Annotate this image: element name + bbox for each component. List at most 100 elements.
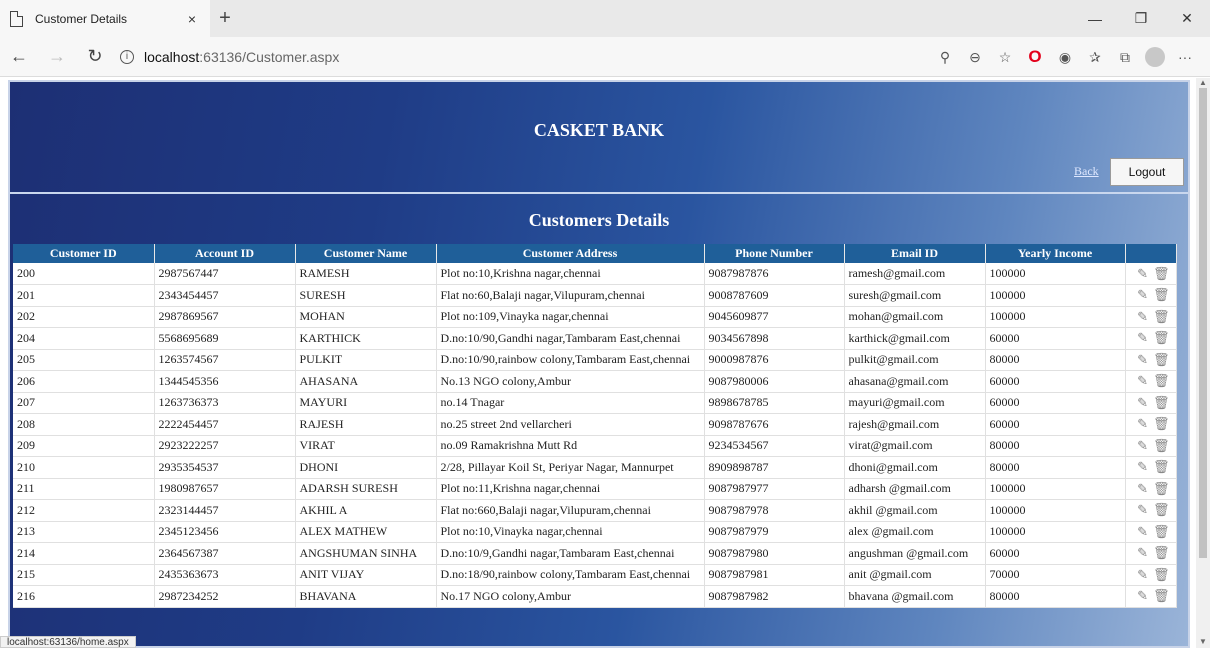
info-icon[interactable]: i bbox=[120, 49, 134, 64]
scroll-thumb[interactable] bbox=[1199, 88, 1207, 558]
favorite-star-icon[interactable]: ☆ bbox=[990, 49, 1020, 66]
column-header: Customer Address bbox=[436, 244, 705, 263]
table-cell: 213 bbox=[13, 521, 155, 543]
edit-pencil-icon[interactable]: ✎ bbox=[1137, 287, 1148, 303]
table-row: 201 2343454457 SURESH Flat no:60,Balaji nag… bbox=[13, 284, 1177, 307]
table-header-row: Customer ID Account ID Customer Name Custom… bbox=[13, 244, 1177, 263]
table-cell: RAJESH bbox=[295, 413, 437, 436]
delete-trash-icon[interactable]: 🗑 bbox=[1153, 352, 1170, 368]
back-arrow-icon[interactable]: ← bbox=[0, 46, 38, 67]
divider bbox=[10, 192, 1188, 194]
table-cell: 100000 bbox=[985, 306, 1126, 328]
row-actions: ✎ 🗑 bbox=[1125, 263, 1177, 285]
forward-arrow-icon[interactable]: → bbox=[38, 46, 76, 67]
edit-pencil-icon[interactable]: ✎ bbox=[1137, 373, 1148, 389]
delete-trash-icon[interactable]: 🗑 bbox=[1153, 438, 1170, 454]
edit-pencil-icon[interactable]: ✎ bbox=[1137, 588, 1148, 604]
table-cell: 9087987982 bbox=[704, 585, 845, 608]
table-cell: alex @gmail.com bbox=[844, 521, 986, 543]
row-actions: ✎ 🗑 bbox=[1125, 284, 1177, 307]
url-path: :63136/Customer.aspx bbox=[199, 48, 340, 65]
row-actions: ✎ 🗑 bbox=[1125, 392, 1177, 414]
edit-pencil-icon[interactable]: ✎ bbox=[1137, 309, 1148, 325]
favorites-icon[interactable]: ✰ bbox=[1080, 49, 1110, 66]
table-cell: 1344545356 bbox=[154, 370, 296, 393]
edit-pencil-icon[interactable]: ✎ bbox=[1137, 416, 1148, 432]
collections-icon[interactable]: ⧉ bbox=[1110, 49, 1140, 66]
more-menu-icon[interactable]: ··· bbox=[1170, 49, 1200, 65]
column-header: Yearly Income bbox=[985, 244, 1126, 263]
table-row: 202 2987869567 MOHAN Plot no:109,Vinayka na… bbox=[13, 306, 1177, 328]
table-cell: VIRAT bbox=[295, 435, 437, 457]
delete-trash-icon[interactable]: 🗑 bbox=[1153, 416, 1170, 432]
edit-pencil-icon[interactable]: ✎ bbox=[1137, 502, 1148, 518]
delete-trash-icon[interactable]: 🗑 bbox=[1153, 309, 1170, 325]
table-cell: 210 bbox=[13, 456, 155, 479]
zoom-out-icon[interactable]: ⊖ bbox=[960, 49, 990, 66]
delete-trash-icon[interactable]: 🗑 bbox=[1153, 502, 1170, 518]
page-icon bbox=[10, 10, 23, 27]
url-host: localhost bbox=[144, 48, 200, 65]
edit-pencil-icon[interactable]: ✎ bbox=[1137, 459, 1148, 475]
row-actions: ✎ 🗑 bbox=[1125, 413, 1177, 436]
scroll-up-icon[interactable]: ▲ bbox=[1199, 78, 1207, 87]
table-cell: 9087987980 bbox=[704, 542, 845, 565]
table-cell: 214 bbox=[13, 542, 155, 565]
tab-close-button[interactable]: × bbox=[184, 11, 200, 27]
edit-pencil-icon[interactable]: ✎ bbox=[1137, 567, 1148, 583]
table-cell: 2987234252 bbox=[154, 585, 296, 608]
vertical-scrollbar[interactable]: ▲ ▼ bbox=[1196, 78, 1210, 648]
extension-icon[interactable]: ◉ bbox=[1050, 49, 1080, 66]
table-cell: Plot no:10,Krishna nagar,chennai bbox=[436, 263, 705, 285]
new-tab-button[interactable]: + bbox=[210, 0, 240, 37]
edit-pencil-icon[interactable]: ✎ bbox=[1137, 395, 1148, 411]
table-cell: 9234534567 bbox=[704, 435, 845, 457]
delete-trash-icon[interactable]: 🗑 bbox=[1153, 545, 1170, 561]
table-cell: 100000 bbox=[985, 263, 1126, 285]
table-row: 207 1263736373 MAYURI no.14 Tnagar 989867878… bbox=[13, 392, 1177, 414]
opera-extension-icon[interactable]: O bbox=[1020, 47, 1050, 67]
edit-pencil-icon[interactable]: ✎ bbox=[1137, 545, 1148, 561]
table-cell: MOHAN bbox=[295, 306, 437, 328]
edit-pencil-icon[interactable]: ✎ bbox=[1137, 438, 1148, 454]
zoom-icon[interactable]: ⚲ bbox=[930, 49, 960, 66]
browser-tab[interactable]: Customer Details × bbox=[0, 0, 210, 37]
table-cell: 100000 bbox=[985, 284, 1126, 307]
delete-trash-icon[interactable]: 🗑 bbox=[1153, 481, 1170, 497]
table-cell: pulkit@gmail.com bbox=[844, 349, 986, 371]
profile-avatar[interactable] bbox=[1145, 47, 1165, 67]
edit-pencil-icon[interactable]: ✎ bbox=[1137, 266, 1148, 282]
toolbar-icons: ⚲ ⊖ ☆ O ◉ ✰ ⧉ ··· bbox=[930, 37, 1200, 77]
refresh-icon[interactable]: ↻ bbox=[76, 46, 114, 67]
table-cell: 2343454457 bbox=[154, 284, 296, 307]
url-field[interactable]: i localhost:63136/Customer.aspx bbox=[120, 49, 339, 65]
minimize-icon[interactable]: — bbox=[1072, 0, 1118, 37]
restore-icon[interactable]: ❐ bbox=[1118, 0, 1164, 37]
row-actions: ✎ 🗑 bbox=[1125, 435, 1177, 457]
delete-trash-icon[interactable]: 🗑 bbox=[1153, 373, 1170, 389]
delete-trash-icon[interactable]: 🗑 bbox=[1153, 459, 1170, 475]
delete-trash-icon[interactable]: 🗑 bbox=[1153, 524, 1170, 540]
logout-button[interactable]: Logout bbox=[1110, 158, 1184, 186]
delete-trash-icon[interactable]: 🗑 bbox=[1153, 330, 1170, 346]
table-cell: 9087987979 bbox=[704, 521, 845, 543]
scroll-down-icon[interactable]: ▼ bbox=[1199, 637, 1207, 646]
table-cell: 2323144457 bbox=[154, 499, 296, 522]
back-link[interactable]: Back bbox=[1074, 164, 1099, 179]
delete-trash-icon[interactable]: 🗑 bbox=[1153, 567, 1170, 583]
delete-trash-icon[interactable]: 🗑 bbox=[1153, 395, 1170, 411]
table-cell: no.09 Ramakrishna Mutt Rd bbox=[436, 435, 705, 457]
table-cell: ANIT VIJAY bbox=[295, 564, 437, 586]
table-row: 212 2323144457 AKHIL A Flat no:660,Balaji n… bbox=[13, 499, 1177, 522]
delete-trash-icon[interactable]: 🗑 bbox=[1153, 287, 1170, 303]
edit-pencil-icon[interactable]: ✎ bbox=[1137, 330, 1148, 346]
delete-trash-icon[interactable]: 🗑 bbox=[1153, 266, 1170, 282]
edit-pencil-icon[interactable]: ✎ bbox=[1137, 481, 1148, 497]
table-cell: ahasana@gmail.com bbox=[844, 370, 986, 393]
edit-pencil-icon[interactable]: ✎ bbox=[1137, 352, 1148, 368]
delete-trash-icon[interactable]: 🗑 bbox=[1153, 588, 1170, 604]
close-icon[interactable]: ✕ bbox=[1164, 0, 1210, 37]
edit-pencil-icon[interactable]: ✎ bbox=[1137, 524, 1148, 540]
table-cell: 100000 bbox=[985, 499, 1126, 522]
address-bar: ← → ↻ i localhost:63136/Customer.aspx ⚲ … bbox=[0, 37, 1210, 77]
